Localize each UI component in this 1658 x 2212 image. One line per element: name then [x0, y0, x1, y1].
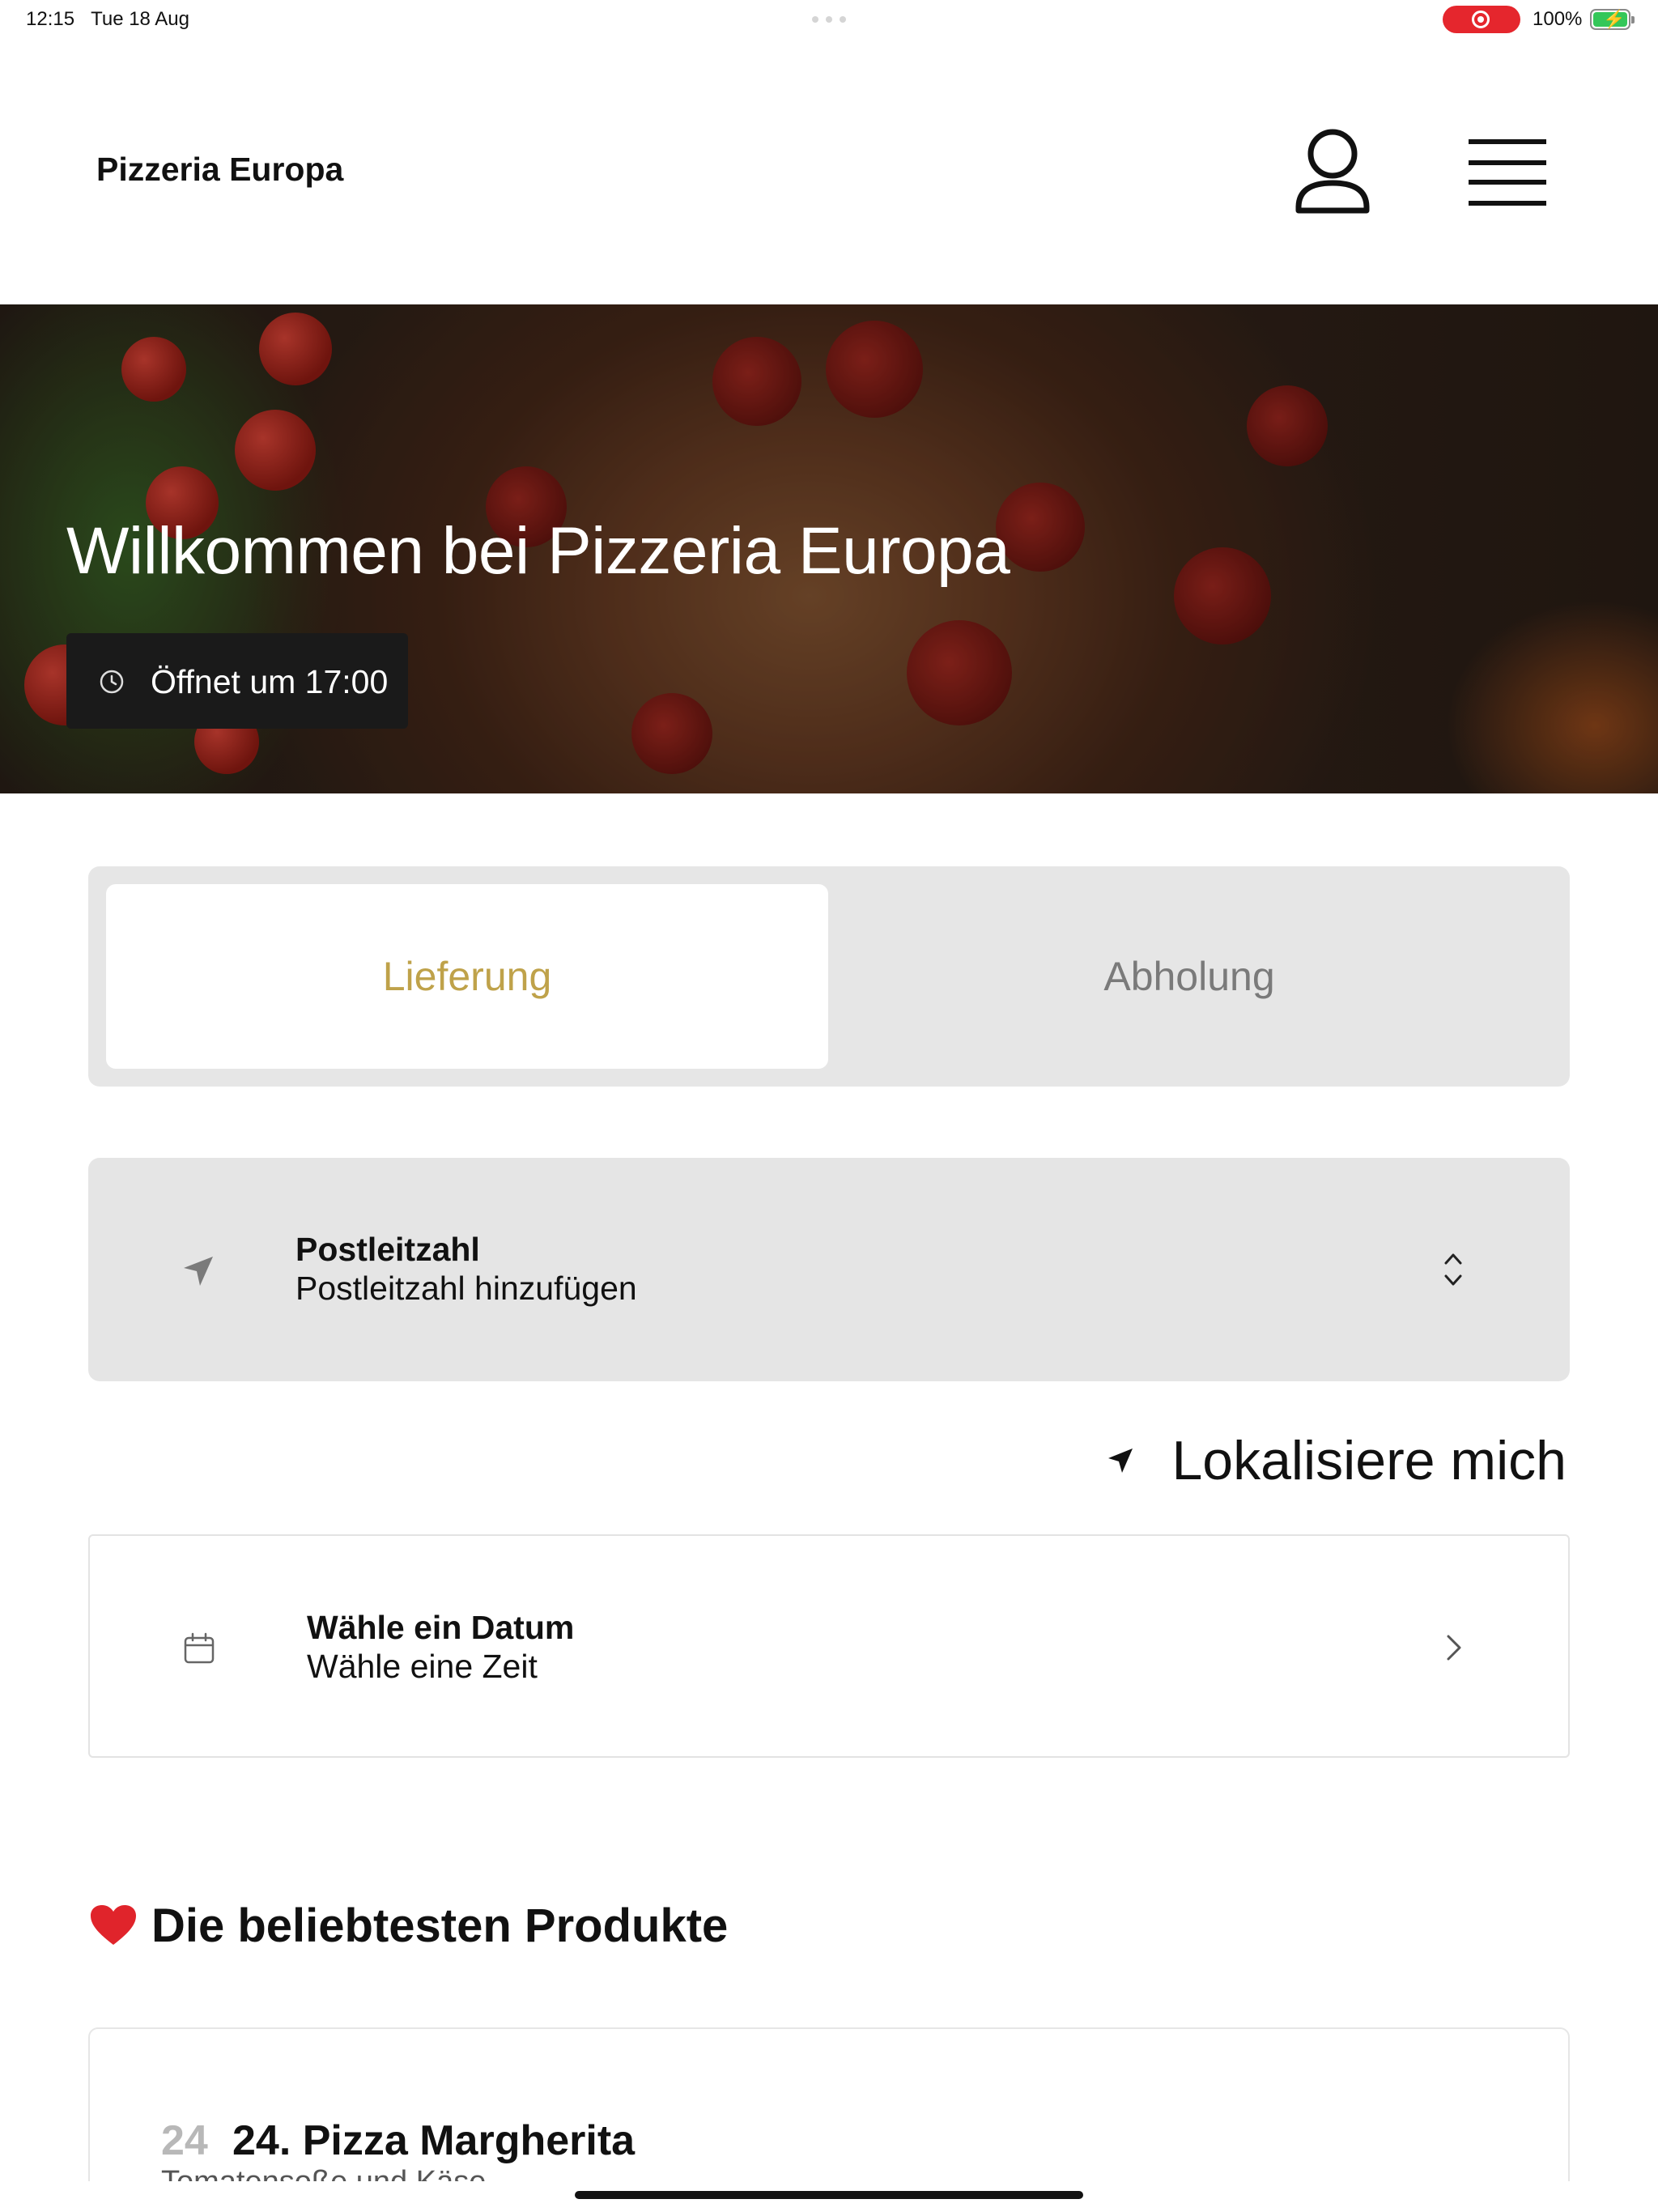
status-time: 12:15 Tue 18 Aug [26, 8, 189, 30]
battery-percentage: 100% [1533, 8, 1583, 30]
account-button[interactable] [1292, 126, 1373, 217]
locate-me-label: Lokalisiere mich [1171, 1430, 1567, 1491]
calendar-icon [184, 1632, 215, 1664]
order-mode-switch: Lieferung Abholung [88, 866, 1570, 1087]
time-label: Wähle eine Zeit [307, 1648, 538, 1685]
multitasking-dots[interactable] [812, 16, 846, 23]
record-icon [1472, 11, 1490, 28]
date-label: Wähle ein Datum [307, 1609, 575, 1646]
tab-pickup[interactable]: Abholung [828, 884, 1550, 1069]
popular-products-title: Die beliebtesten Produkte [151, 1899, 729, 1952]
popular-products-heading: Die beliebtesten Produkte [88, 1896, 728, 1955]
clock-icon [100, 670, 124, 694]
location-arrow-icon [1108, 1448, 1133, 1473]
postal-code-value: Postleitzahl hinzufügen [295, 1270, 637, 1307]
hero-title: Willkommen bei Pizzeria Europa [66, 514, 1010, 588]
home-indicator[interactable] [575, 2191, 1083, 2199]
menu-button[interactable] [1462, 133, 1551, 211]
product-number: 24 [161, 2117, 208, 2164]
postal-code-selector[interactable]: Postleitzahl Postleitzahl hinzufügen [88, 1158, 1570, 1381]
locate-me-button[interactable]: Lokalisiere mich [1105, 1428, 1567, 1493]
tab-delivery[interactable]: Lieferung [106, 884, 828, 1069]
chevron-right-icon [1447, 1635, 1461, 1661]
location-arrow-icon [184, 1257, 213, 1286]
user-icon [1295, 129, 1370, 214]
opening-hours-text: Öffnet um 17:00 [151, 663, 389, 700]
status-bar: 12:15 Tue 18 Aug 100% ⚡ [0, 0, 1658, 39]
opening-hours-badge: Öffnet um 17:00 [66, 633, 408, 729]
brand-title[interactable]: Pizzeria Europa [96, 151, 343, 189]
schedule-picker[interactable]: Wähle ein Datum Wähle eine Zeit [88, 1534, 1570, 1758]
menu-icon [1469, 139, 1546, 206]
chevron-up-down-icon [1444, 1253, 1462, 1286]
heart-icon [91, 1905, 136, 1945]
screen-recording-indicator[interactable] [1443, 6, 1520, 33]
postal-code-label: Postleitzahl [295, 1231, 480, 1268]
product-name: 24. Pizza Margherita [232, 2117, 636, 2164]
hero-banner: Willkommen bei Pizzeria Europa Öffnet um… [0, 304, 1658, 793]
battery-icon: ⚡ [1590, 9, 1635, 30]
